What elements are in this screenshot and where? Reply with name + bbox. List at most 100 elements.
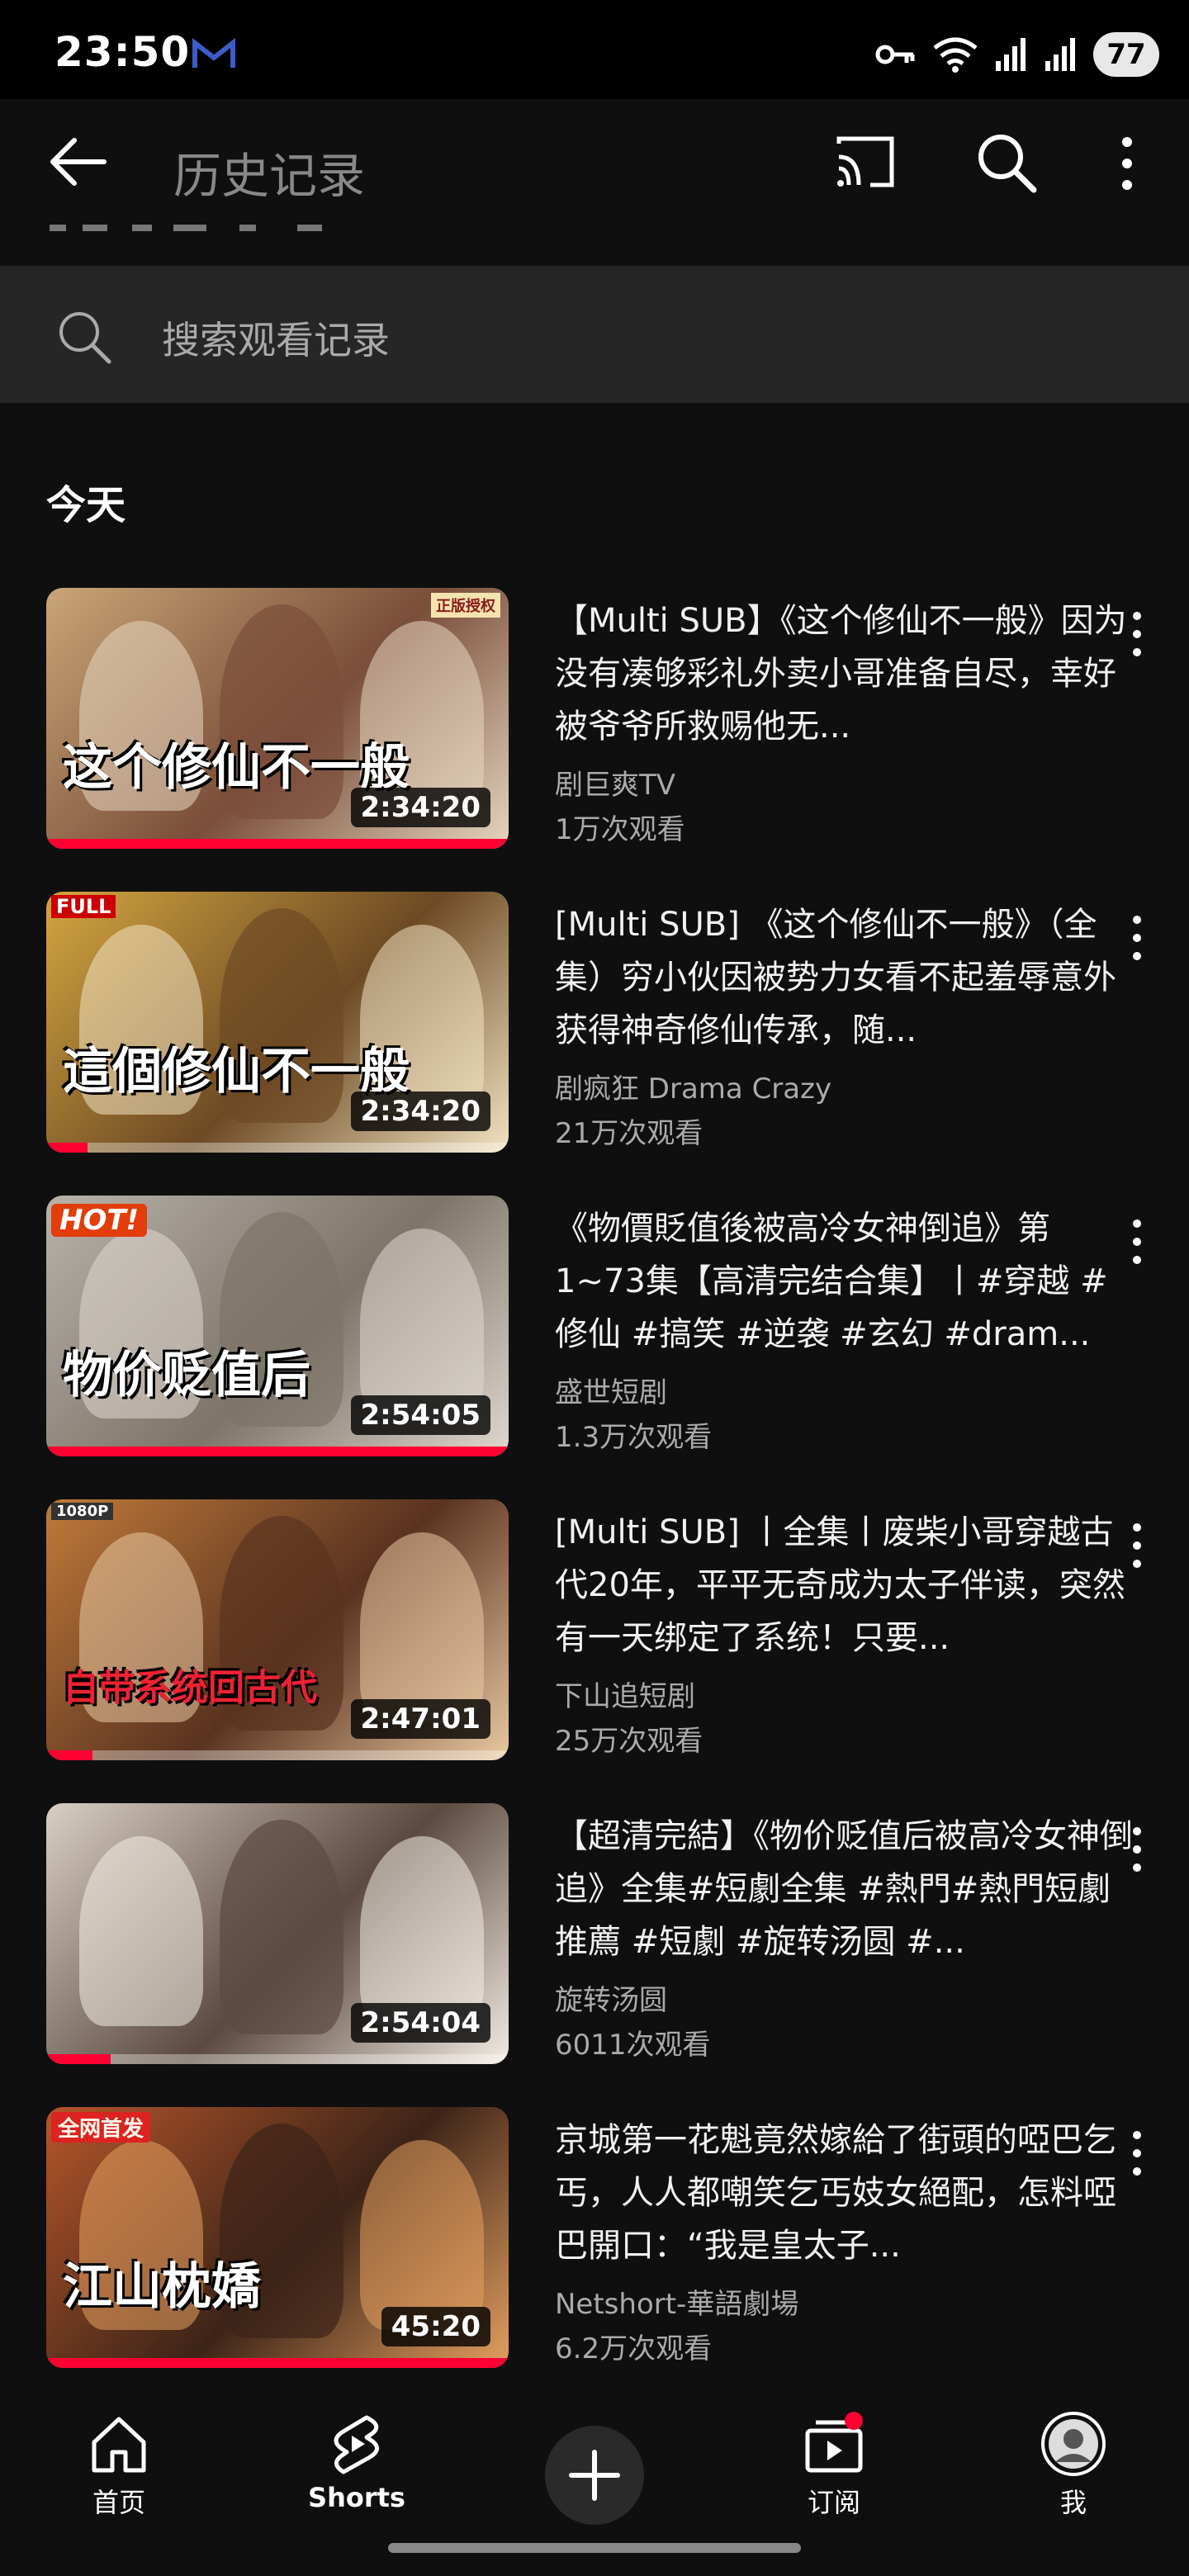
video-more-icon[interactable] [1125,609,1149,659]
status-time: 23:50 [54,28,191,76]
video-title: 《物價貶值後被高冷女神倒追》第1~73集【高清完结合集】丨#穿越 #修仙 #搞笑… [555,1210,1108,1353]
watch-progress-fill [46,839,509,849]
video-channel: 剧巨爽TV [555,769,676,802]
avatar [1041,2412,1106,2476]
search-icon[interactable] [974,130,1037,193]
video-views: 25万次观看 [555,1725,703,1758]
video-title: 【超清完結】《物价贬值后被高冷女神倒追》全集#短劇全集 #熱門#熱門短劇推薦 #… [555,1817,1133,1961]
thumbnail-caption: 江山枕嬌 [63,2258,261,2316]
nav-home-label: 首页 [92,2487,145,2518]
signal-icon [996,38,1026,71]
nav-shorts-label: Shorts [308,2482,405,2513]
video-info[interactable]: 《物價貶值後被高冷女神倒追》第1~73集【高清完结合集】丨#穿越 #修仙 #搞笑… [555,1202,1133,1460]
status-bar: 23:50 77 [0,0,1189,99]
nav-you-label: 我 [1059,2487,1087,2518]
mail-app-icon [192,37,235,68]
video-views: 21万次观看 [555,1117,703,1150]
video-title: [Multi SUB] 《这个修仙不一般》（全集）穷小伙因被势力女看不起羞辱意外… [555,906,1116,1049]
cast-icon[interactable] [834,132,897,192]
section-title-today: 今天 [46,482,126,528]
thumbnail-figure [220,1820,343,2034]
video-thumbnail[interactable]: 這個修仙不一般 FULL 2:34:20 [46,892,509,1153]
shorts-icon [334,2415,379,2474]
app-bar: 历史记录 [0,99,1189,223]
video-thumbnail[interactable]: 2:54:04 [46,1803,509,2064]
video-views: 6.2万次观看 [555,2332,713,2365]
video-title: 京城第一花魁竟然嫁給了街頭的啞巴乞丐，人人都嘲笑乞丐妓女絕配，怎料啞巴開口：“我… [555,2121,1116,2265]
video-info[interactable]: 【Multi SUB】《这个修仙不一般》因为没有凑够彩礼外卖小哥准备自尽，幸好被… [555,594,1133,852]
video-info[interactable]: [Multi SUB] 《这个修仙不一般》（全集）穷小伙因被势力女看不起羞辱意外… [555,898,1133,1156]
video-channel: Netshort-華語劇場 [555,2288,799,2321]
video-duration: 2:34:20 [350,1091,490,1131]
video-views: 1万次观看 [555,813,685,846]
scrolled-text-residue [50,225,322,231]
nav-shorts[interactable]: Shorts [274,2411,439,2535]
video-views: 6011次观看 [555,2029,711,2062]
thumbnail-badge: HOT! [51,1204,148,1237]
video-more-icon[interactable] [1125,1217,1149,1267]
watch-progress-fill [46,1750,92,1760]
thumbnail-badge: 1080P [51,1503,114,1520]
video-more-icon[interactable] [1125,913,1149,963]
video-item[interactable]: 這個修仙不一般 FULL 2:34:20 [Multi SUB] 《这个修仙不一… [46,892,1153,1156]
video-views: 1.3万次观看 [555,1421,713,1454]
video-item[interactable]: 这个修仙不一般 正版授权 2:34:20 【Multi SUB】《这个修仙不一般… [46,588,1153,852]
signal-icon-2 [1045,38,1075,71]
video-thumbnail[interactable]: 这个修仙不一般 正版授权 2:34:20 [46,588,509,849]
thumbnail-figure [360,1532,484,1722]
battery-indicator: 77 [1093,32,1159,77]
nav-you[interactable]: 我 [991,2411,1156,2535]
video-title: [Multi SUB] 丨全集丨废柴小哥穿越古代20年，平平无奇成为太子伴读，突… [555,1513,1125,1657]
video-duration: 2:47:01 [350,1699,490,1739]
thumbnail-figure [360,1836,484,2026]
video-info[interactable]: [Multi SUB] 丨全集丨废柴小哥穿越古代20年，平平无奇成为太子伴读，突… [555,1506,1133,1764]
plus-icon [569,2450,620,2501]
search-icon [59,312,111,364]
video-item[interactable]: 物价贬值后 HOT! 2:54:05 《物價貶值後被高冷女神倒追》第1~73集【… [46,1196,1153,1460]
watch-progress-bar [46,2054,509,2064]
nav-home[interactable]: 首页 [36,2411,201,2535]
watch-progress-bar [46,1750,509,1760]
status-icons: 77 [874,30,1159,79]
video-item[interactable]: 2:54:04 【超清完結】《物价贬值后被高冷女神倒追》全集#短劇全集 #熱門#… [46,1803,1153,2067]
video-more-icon[interactable] [1125,2129,1149,2178]
video-title: 【Multi SUB】《这个修仙不一般》因为没有凑够彩礼外卖小哥准备自尽，幸好被… [555,602,1127,746]
video-item[interactable]: 自带系统回古代 1080P 2:47:01 [Multi SUB] 丨全集丨废柴… [46,1499,1153,1764]
thumbnail-figure [79,1836,203,2026]
video-thumbnail[interactable]: 自带系统回古代 1080P 2:47:01 [46,1499,509,1760]
watch-progress-bar [46,1143,509,1153]
back-arrow-icon[interactable] [46,130,109,193]
video-channel: 剧疯狂 Drama Crazy [555,1073,832,1106]
video-duration: 2:54:05 [350,1395,490,1435]
video-channel: 盛世短剧 [555,1376,667,1409]
watch-progress-bar [46,1447,509,1456]
watch-progress-fill [46,1447,509,1456]
video-channel: 下山追短剧 [555,1680,695,1713]
video-duration: 2:54:04 [350,2003,490,2043]
nav-subscriptions[interactable]: 订阅 [751,2411,917,2535]
thumbnail-badge: 全网首发 [51,2112,151,2143]
home-indicator [388,2543,801,2553]
video-more-icon[interactable] [1125,1521,1149,1570]
video-channel: 旋转汤圆 [555,1984,667,2017]
search-placeholder: 搜索观看记录 [162,318,390,362]
video-thumbnail[interactable]: 江山枕嬌 全网首发 45:20 [46,2107,509,2368]
video-info[interactable]: 【超清完結】《物价贬值后被高冷女神倒追》全集#短劇全集 #熱門#熱門短劇推薦 #… [555,1810,1133,2067]
video-item[interactable]: 江山枕嬌 全网首发 45:20 京城第一花魁竟然嫁給了街頭的啞巴乞丐，人人都嘲笑… [46,2107,1153,2371]
thumbnail-figure [360,1229,484,1418]
create-button[interactable] [545,2426,644,2525]
video-more-icon[interactable] [1125,1825,1149,1874]
watch-progress-fill [46,1143,88,1153]
watch-progress-bar [46,2358,509,2368]
key-icon [875,45,915,64]
watch-progress-fill [46,2054,111,2064]
home-icon [92,2417,146,2473]
history-search-input[interactable]: 搜索观看记录 [0,266,1189,403]
more-options-icon[interactable] [1111,134,1144,193]
video-duration: 45:20 [381,2307,490,2346]
thumbnail-caption: 物价贬值后 [63,1347,310,1404]
thumbnail-badge: FULL [51,895,116,918]
video-info[interactable]: 京城第一花魁竟然嫁給了街頭的啞巴乞丐，人人都嘲笑乞丐妓女絕配，怎料啞巴開口：“我… [555,2114,1133,2371]
subscriptions-icon [805,2412,863,2473]
video-thumbnail[interactable]: 物价贬值后 HOT! 2:54:05 [46,1196,509,1456]
